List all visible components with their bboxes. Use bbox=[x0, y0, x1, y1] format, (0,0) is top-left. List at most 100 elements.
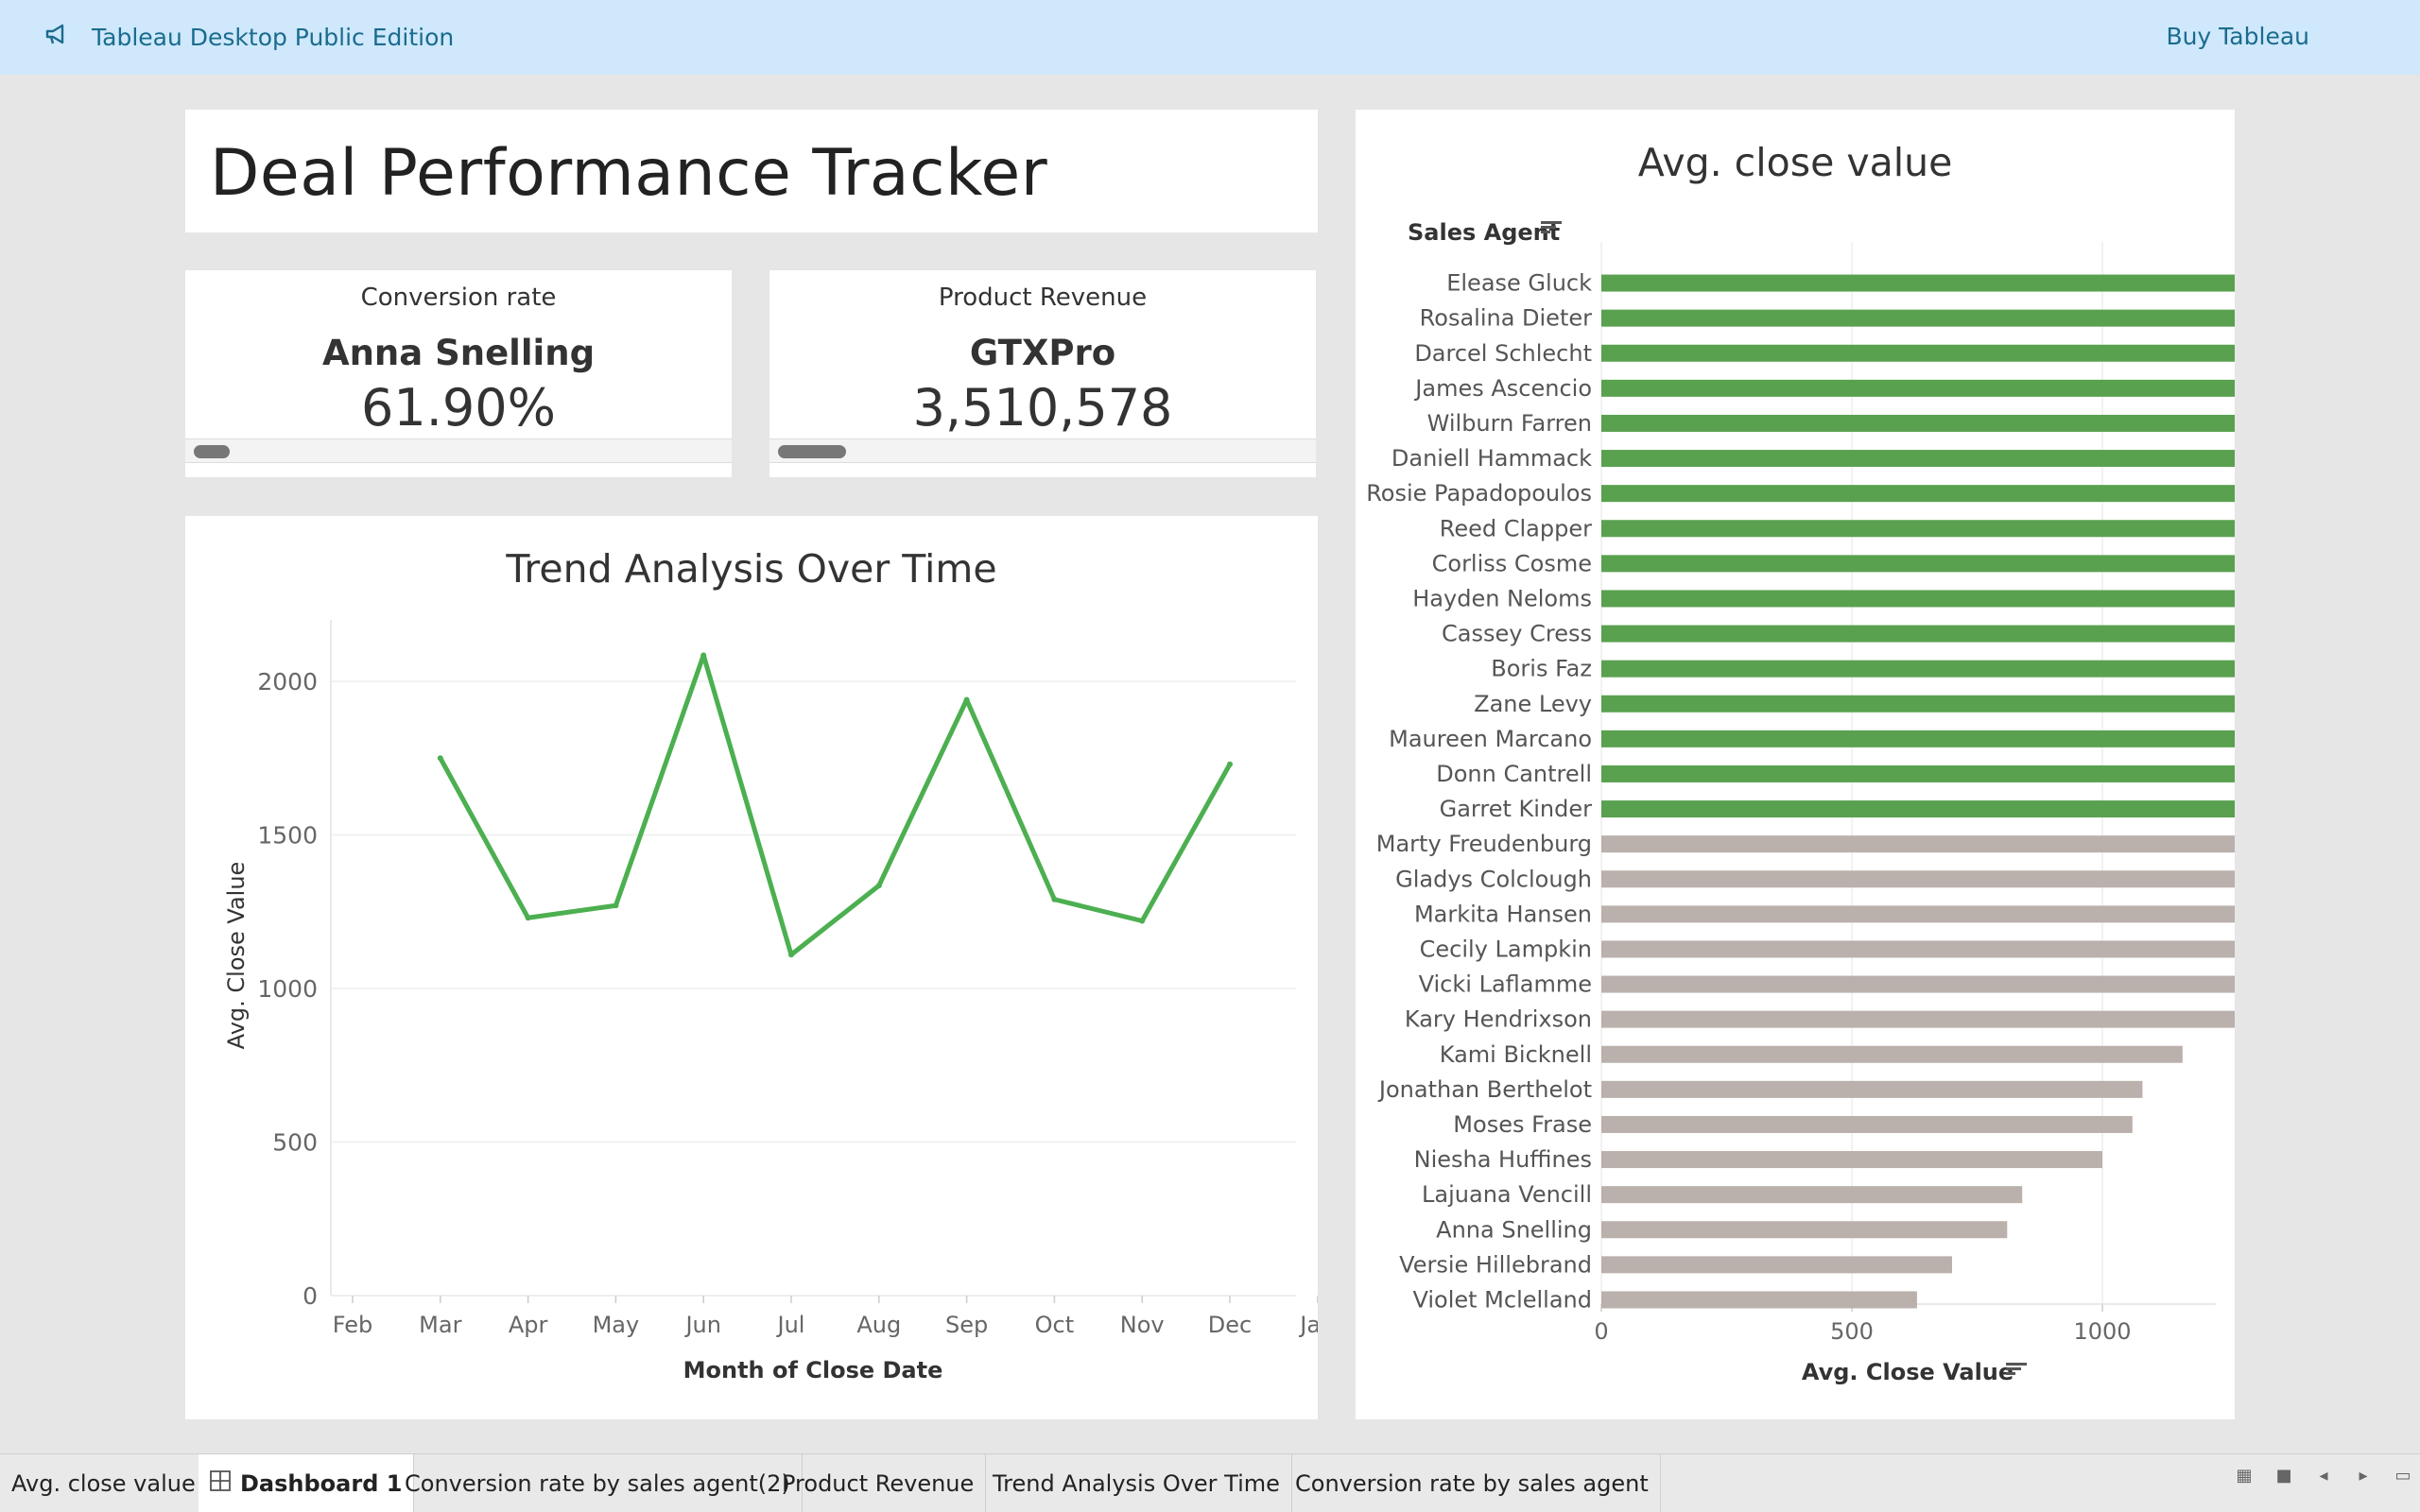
bar-chart-panel[interactable]: Avg. close valueSales Agent0500100015002… bbox=[1356, 110, 2235, 1419]
trend-line-chart[interactable]: Trend Analysis Over Time 0 500 1000 1500 2000… bbox=[185, 516, 1318, 1419]
data-point bbox=[1227, 761, 1233, 767]
bar bbox=[1601, 660, 2235, 678]
y-tick-label: 1500 bbox=[257, 822, 318, 850]
megaphone-icon[interactable] bbox=[44, 23, 69, 51]
tab-label: Product Revenue bbox=[782, 1470, 975, 1497]
bar bbox=[1601, 1186, 2023, 1204]
y-tick-label: 1000 bbox=[257, 975, 318, 1003]
x-tick-label: Jul bbox=[776, 1312, 805, 1338]
chart-title: Avg. close value bbox=[1638, 140, 1953, 185]
bar bbox=[1601, 800, 2235, 818]
chart-title: Trend Analysis Over Time bbox=[505, 546, 996, 592]
dashboard-title: Deal Performance Tracker bbox=[210, 136, 1048, 211]
sort-icon-bar bbox=[2006, 1372, 2015, 1375]
tab-label: Conversion rate by sales agent bbox=[1295, 1470, 1649, 1497]
x-tick-label: Oct bbox=[1035, 1312, 1075, 1338]
x-tick-label: Nov bbox=[1120, 1312, 1165, 1338]
bar bbox=[1601, 414, 2235, 432]
bar-label: James Ascencio bbox=[1413, 375, 1592, 402]
next-sheet-icon[interactable]: ▸ bbox=[2352, 1465, 2375, 1487]
kpi-scrollbar[interactable] bbox=[185, 438, 732, 463]
buy-tableau-link[interactable]: Buy Tableau bbox=[2166, 23, 2309, 50]
bar-label: Donn Cantrell bbox=[1436, 761, 1592, 787]
bar-label: Violet Mclelland bbox=[1412, 1286, 1592, 1313]
bar bbox=[1601, 1045, 2183, 1063]
kpi-name: Anna Snelling bbox=[321, 333, 596, 373]
bar bbox=[1601, 309, 2235, 327]
tab-label: Trend Analysis Over Time bbox=[993, 1470, 1280, 1497]
trend-chart-panel[interactable]: Trend Analysis Over Time 0 500 1000 1500 2000… bbox=[185, 516, 1318, 1419]
bar bbox=[1601, 730, 2235, 747]
tab-product-revenue[interactable]: Product Revenue bbox=[770, 1454, 987, 1512]
x-tick-label: Sep bbox=[945, 1312, 988, 1338]
bar bbox=[1601, 1080, 2143, 1098]
bar-label: Jonathan Berthelot bbox=[1377, 1076, 1592, 1103]
bar bbox=[1601, 625, 2235, 643]
presentation-mode-icon[interactable]: ▭ bbox=[2392, 1465, 2414, 1487]
x-tick-label: 500 bbox=[1830, 1318, 1874, 1345]
sort-icon-bar bbox=[1541, 226, 1556, 229]
bar bbox=[1601, 1256, 1952, 1274]
sheet-nav-controls: ▦ ■ ◂ ▸ ▭ bbox=[2233, 1465, 2414, 1487]
bar-label: Daniell Hammack bbox=[1392, 445, 1592, 472]
kpi-conversion-rate[interactable]: Conversion rate Anna Snelling 61.90% bbox=[185, 270, 732, 477]
bar bbox=[1601, 1151, 2102, 1169]
scrollbar-thumb[interactable] bbox=[194, 445, 230, 458]
bar-label: Rosie Papadopoulos bbox=[1366, 480, 1592, 507]
bar-label: Corliss Cosme bbox=[1432, 550, 1592, 576]
bar-label: Garret Kinder bbox=[1440, 796, 1593, 822]
bar-label: Boris Faz bbox=[1491, 656, 1592, 682]
bar-label: Reed Clapper bbox=[1440, 515, 1592, 541]
x-axis-title: Month of Close Date bbox=[683, 1357, 943, 1383]
data-point bbox=[1051, 896, 1058, 902]
y-axis-header: Sales Agent bbox=[1408, 219, 1560, 246]
bar bbox=[1601, 765, 2235, 782]
top-bar: Tableau Desktop Public Edition Buy Table… bbox=[0, 0, 2420, 75]
previous-sheet-icon[interactable]: ◂ bbox=[2312, 1465, 2335, 1487]
bar-label: Versie Hillebrand bbox=[1399, 1251, 1592, 1278]
x-tick-label: Jun bbox=[683, 1312, 721, 1338]
bar bbox=[1601, 379, 2235, 397]
app-brand: Tableau Desktop Public Edition bbox=[44, 23, 454, 51]
bar bbox=[1601, 870, 2235, 888]
y-tick-label: 2000 bbox=[257, 668, 318, 696]
tab-dashboard-1[interactable]: Dashboard 1 bbox=[199, 1454, 415, 1512]
tab-label: Conversion rate by sales agent(2) bbox=[405, 1470, 790, 1497]
avg-close-value-bar-chart[interactable]: Avg. close valueSales Agent0500100015002… bbox=[1356, 110, 2235, 1419]
bar-label: Zane Levy bbox=[1474, 691, 1592, 717]
bar-label: Anna Snelling bbox=[1436, 1216, 1592, 1243]
dashboard-title-panel: Deal Performance Tracker bbox=[185, 110, 1318, 232]
dashboard-grid-icon bbox=[210, 1470, 231, 1497]
kpi-scrollbar[interactable] bbox=[769, 438, 1316, 463]
bar bbox=[1601, 520, 2235, 538]
tab-label: Dashboard 1 bbox=[240, 1470, 403, 1497]
y-axis-title: Avg. Close Value bbox=[223, 862, 250, 1050]
bar-label: Darcel Schlecht bbox=[1414, 340, 1592, 367]
tab-trend-analysis-over-time[interactable]: Trend Analysis Over Time bbox=[981, 1454, 1292, 1512]
x-tick-label: Feb bbox=[333, 1312, 373, 1338]
bar bbox=[1601, 940, 2235, 958]
bar bbox=[1601, 905, 2235, 923]
bar bbox=[1601, 1010, 2235, 1028]
tab-conversion-rate-by-sales-agent-2[interactable]: Conversion rate by sales agent(2) bbox=[393, 1454, 803, 1512]
kpi-name: GTXPro bbox=[969, 333, 1116, 373]
tab-avg-close-value[interactable]: Avg. close value bbox=[0, 1454, 208, 1512]
bar bbox=[1601, 1221, 2008, 1239]
bar-label: Maureen Marcano bbox=[1389, 726, 1592, 752]
x-tick-label: 1000 bbox=[2073, 1318, 2131, 1345]
tab-conversion-rate-by-sales-agent[interactable]: Conversion rate by sales agent bbox=[1284, 1454, 1661, 1512]
scrollbar-thumb[interactable] bbox=[778, 445, 846, 458]
bar-label: Vicki Laflamme bbox=[1419, 971, 1592, 998]
x-tick-label: Mar bbox=[419, 1312, 461, 1338]
show-filmstrip-icon[interactable]: ■ bbox=[2273, 1465, 2295, 1487]
sort-icon-bar bbox=[1541, 221, 1562, 224]
data-point bbox=[700, 652, 707, 659]
bar-label: Marty Freudenburg bbox=[1376, 831, 1592, 857]
bar-label: Moses Frase bbox=[1453, 1111, 1592, 1138]
kpi-product-revenue[interactable]: Product Revenue GTXPro 3,510,578 bbox=[769, 270, 1316, 477]
bar bbox=[1601, 590, 2235, 608]
bar-label: Lajuana Vencill bbox=[1422, 1181, 1592, 1208]
bar bbox=[1601, 975, 2235, 993]
bar bbox=[1601, 450, 2235, 468]
show-sheet-sorter-icon[interactable]: ▦ bbox=[2233, 1465, 2256, 1487]
